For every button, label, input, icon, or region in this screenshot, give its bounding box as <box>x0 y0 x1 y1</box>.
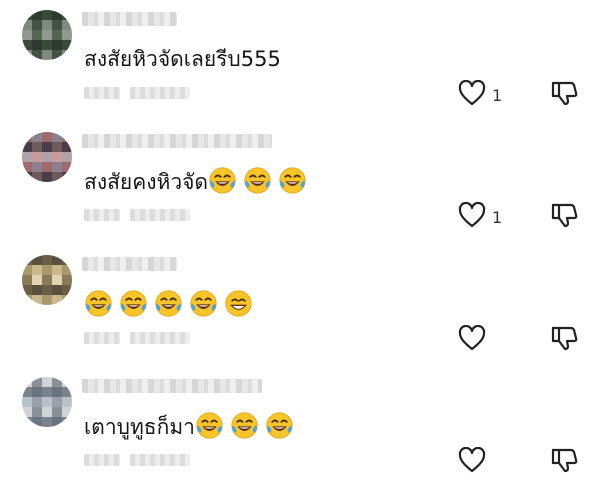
face-with-tears-of-joy-icon <box>195 411 224 440</box>
comment-text: สงสัยหิวจัดเลยรีบ555 <box>84 47 281 71</box>
comment-meta-blurred <box>84 206 200 221</box>
face-with-tears-of-joy-icon <box>119 289 148 318</box>
like-button[interactable]: 1 <box>458 79 503 110</box>
comment-body: เตาบูทูธก็มา <box>84 411 300 442</box>
face-with-tears-of-joy-icon <box>208 166 237 195</box>
heart-icon <box>458 79 486 110</box>
comment-item <box>0 245 600 367</box>
face-with-tears-of-joy-icon <box>243 166 272 195</box>
thumbs-down-icon <box>550 448 578 478</box>
reply-link-blurred[interactable] <box>130 454 190 466</box>
avatar[interactable] <box>22 377 72 427</box>
face-with-tears-of-joy-icon <box>230 411 259 440</box>
thumbs-down-icon <box>550 81 578 111</box>
dislike-button[interactable] <box>550 201 578 233</box>
comment-meta-blurred <box>84 84 200 99</box>
username-blurred[interactable] <box>82 379 262 393</box>
like-button[interactable]: 1 <box>458 201 503 232</box>
heart-icon <box>458 446 486 477</box>
thumbs-down-icon <box>550 203 578 233</box>
username-blurred[interactable] <box>82 12 177 26</box>
like-button[interactable] <box>458 324 492 355</box>
face-with-tears-of-joy-icon <box>154 289 183 318</box>
thumbs-down-icon <box>550 326 578 356</box>
reply-link-blurred[interactable] <box>130 209 190 221</box>
timestamp-blurred <box>84 87 120 99</box>
face-with-tears-of-joy-icon <box>189 289 218 318</box>
heart-icon <box>458 324 486 355</box>
avatar[interactable] <box>22 132 72 182</box>
like-button[interactable] <box>458 446 492 477</box>
avatar[interactable] <box>22 10 72 60</box>
comment-meta-blurred <box>84 329 200 344</box>
comment-meta-blurred <box>84 451 200 466</box>
comment-item: สงสัยคงหิวจัด 1 <box>0 122 600 244</box>
reply-link-blurred[interactable] <box>130 87 190 99</box>
comment-item: เตาบูทูธก็มา <box>0 367 600 489</box>
grinning-face-icon <box>224 289 253 318</box>
dislike-button[interactable] <box>550 79 578 111</box>
comment-body: สงสัยคงหิวจัด <box>84 166 313 197</box>
timestamp-blurred <box>84 454 120 466</box>
like-count: 1 <box>492 207 503 227</box>
avatar[interactable] <box>22 255 72 305</box>
heart-icon <box>458 201 486 232</box>
timestamp-blurred <box>84 332 120 344</box>
dislike-button[interactable] <box>550 446 578 478</box>
face-with-tears-of-joy-icon <box>84 289 113 318</box>
comment-text: สงสัยคงหิวจัด <box>84 170 209 194</box>
comment-text: เตาบูทูธก็มา <box>84 415 195 439</box>
face-with-tears-of-joy-icon <box>265 411 294 440</box>
face-with-tears-of-joy-icon <box>278 166 307 195</box>
dislike-button[interactable] <box>550 324 578 356</box>
comment-body <box>84 289 259 320</box>
username-blurred[interactable] <box>82 257 177 271</box>
like-count: 1 <box>492 85 503 105</box>
username-blurred[interactable] <box>82 134 272 148</box>
comment-item: สงสัยหิวจัดเลยรีบ555 1 <box>0 0 600 122</box>
comment-body: สงสัยหิวจัดเลยรีบ555 <box>84 44 281 74</box>
reply-link-blurred[interactable] <box>130 332 190 344</box>
timestamp-blurred <box>84 209 120 221</box>
